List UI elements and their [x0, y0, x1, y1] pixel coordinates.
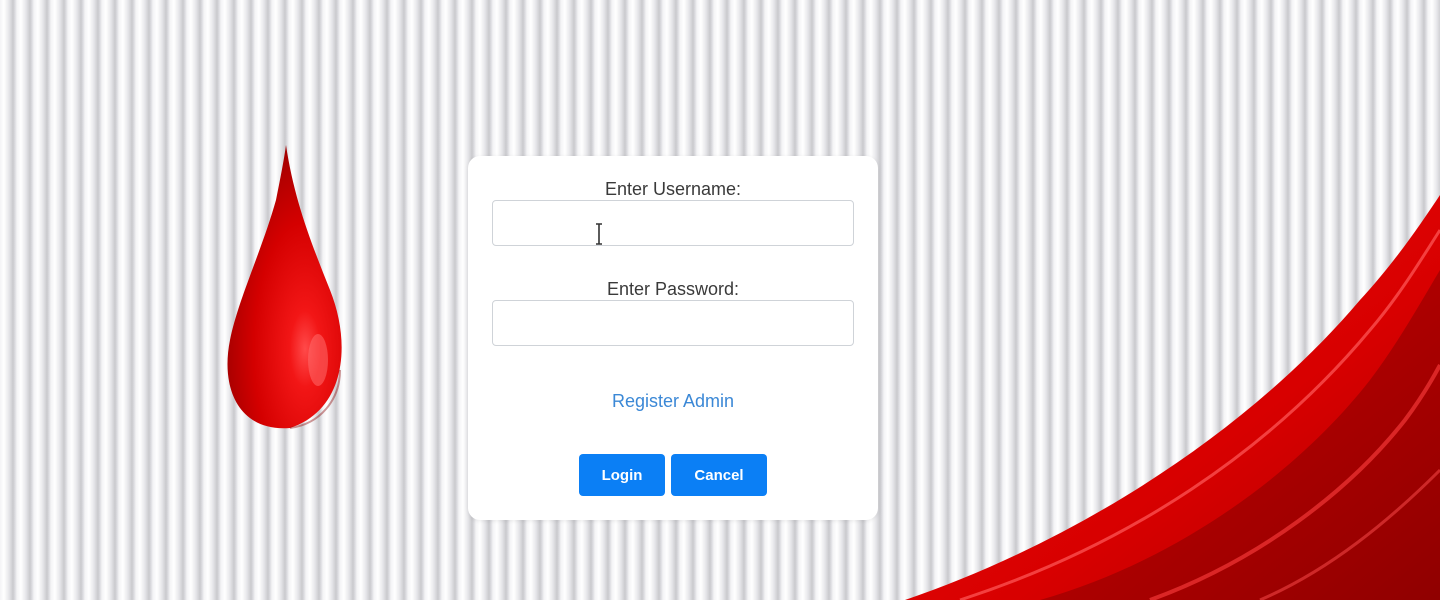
login-card: Enter Username: Enter Password: Register… — [468, 156, 878, 520]
username-label: Enter Username: — [604, 179, 742, 199]
blood-drop-icon — [227, 145, 342, 429]
username-input[interactable] — [492, 200, 854, 246]
register-admin-link[interactable]: Register Admin — [468, 391, 878, 412]
password-label: Enter Password: — [606, 279, 740, 299]
password-input[interactable] — [492, 300, 854, 346]
login-button[interactable]: Login — [579, 454, 665, 496]
cancel-button[interactable]: Cancel — [671, 454, 767, 496]
red-ribbon-wave — [905, 195, 1440, 600]
